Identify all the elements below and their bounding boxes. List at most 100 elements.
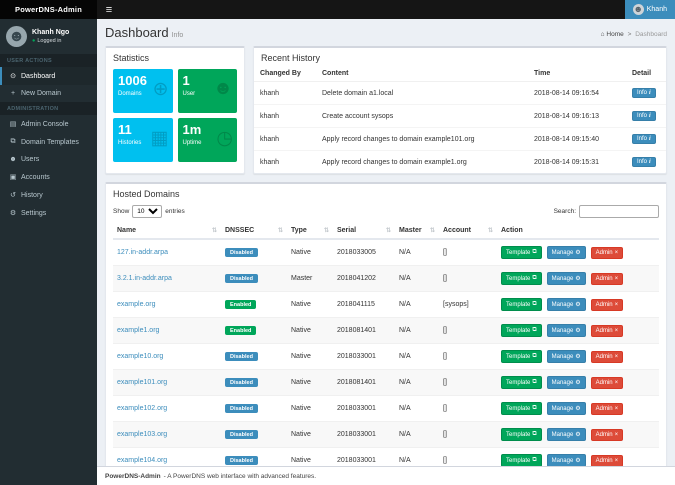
sort-icon[interactable]: ⇅ [488, 227, 493, 234]
admin-button[interactable]: Admin× [591, 429, 624, 441]
sidebar-item-accounts[interactable]: ▣ Accounts [0, 168, 97, 186]
sort-icon[interactable]: ⇅ [278, 227, 283, 234]
domain-link[interactable]: example10.org [117, 353, 163, 360]
column-header-account[interactable]: Account⇅ [439, 223, 497, 239]
sidebar-item-settings[interactable]: ⚙ Settings [0, 204, 97, 222]
column-header: Time [528, 66, 626, 82]
info-button[interactable]: Infoi [632, 134, 656, 144]
history-icon: ↺ [9, 191, 17, 199]
sidebar-section-administration: ADMINISTRATION [0, 102, 97, 115]
sidebar-item-new-domain[interactable]: + New Domain [0, 85, 97, 102]
avatar: ☻ [6, 26, 27, 47]
stat-box-histories[interactable]: 11 Histories ▦ [113, 118, 173, 162]
info-button[interactable]: Infoi [632, 111, 656, 121]
table-row: example103.org Disabled Native 201803300… [113, 422, 659, 448]
online-dot-icon: ● [32, 38, 35, 44]
info-button[interactable]: Infoi [632, 88, 656, 98]
user-menu[interactable]: ☻ Khanh [625, 0, 675, 19]
domain-link[interactable]: example103.org [117, 431, 167, 438]
gear-icon: ⚙ [575, 275, 580, 282]
admin-button[interactable]: Admin× [591, 247, 624, 259]
console-icon: ▤ [9, 120, 17, 128]
template-button[interactable]: Template⧉ [501, 402, 542, 415]
stat-box-uptime[interactable]: 1m Uptime ◷ [178, 118, 238, 162]
info-button[interactable]: Infoi [632, 157, 656, 167]
dashboard-icon: ⊙ [9, 72, 17, 80]
manage-button[interactable]: Manage⚙ [547, 298, 586, 311]
domain-link[interactable]: 3.2.1.in-addr.arpa [117, 275, 172, 282]
template-button[interactable]: Template⧉ [501, 298, 542, 311]
manage-button[interactable]: Manage⚙ [547, 454, 586, 466]
manage-button[interactable]: Manage⚙ [547, 246, 586, 259]
column-header-serial[interactable]: Serial⇅ [333, 223, 395, 239]
sort-icon[interactable]: ⇅ [212, 227, 217, 234]
sidebar-item-history[interactable]: ↺ History [0, 186, 97, 204]
manage-button[interactable]: Manage⚙ [547, 272, 586, 285]
master-cell: N/A [395, 292, 439, 318]
domain-link[interactable]: 127.in-addr.arpa [117, 249, 168, 256]
admin-button[interactable]: Admin× [591, 403, 624, 415]
sort-icon[interactable]: ⇅ [430, 227, 435, 234]
cross-icon: × [615, 302, 619, 308]
domain-link[interactable]: example104.org [117, 457, 167, 464]
domain-link[interactable]: example1.org [117, 327, 159, 334]
table-row: example102.org Disabled Native 201803300… [113, 396, 659, 422]
clone-icon: ⧉ [532, 457, 536, 464]
column-header-master[interactable]: Master⇅ [395, 223, 439, 239]
clone-icon: ⧉ [532, 327, 536, 334]
clone-icon: ⧉ [532, 301, 536, 308]
column-header-dnssec[interactable]: DNSSEC⇅ [221, 223, 287, 239]
admin-button[interactable]: Admin× [591, 351, 624, 363]
manage-button[interactable]: Manage⚙ [547, 324, 586, 337]
domain-link[interactable]: example102.org [117, 405, 167, 412]
admin-button[interactable]: Admin× [591, 455, 624, 467]
domain-link[interactable]: example.org [117, 301, 156, 308]
content-area: DashboardInfo ⌂ Home > Dashboard Statist… [97, 19, 675, 466]
template-button[interactable]: Template⧉ [501, 350, 542, 363]
clone-icon: ⧉ [532, 353, 536, 360]
sidebar-toggle-icon[interactable]: ≡ [97, 0, 121, 19]
sort-icon[interactable]: ⇅ [386, 227, 391, 234]
sidebar-item-domain-templates[interactable]: ⧉ Domain Templates [0, 133, 97, 151]
gear-icon: ⚙ [575, 379, 580, 386]
sidebar-item-admin-console[interactable]: ▤ Admin Console [0, 115, 97, 133]
admin-button[interactable]: Admin× [591, 325, 624, 337]
admin-button[interactable]: Admin× [591, 273, 624, 285]
admin-button[interactable]: Admin× [591, 299, 624, 311]
manage-button[interactable]: Manage⚙ [547, 428, 586, 441]
info-icon: i [649, 159, 651, 165]
domain-link[interactable]: example101.org [117, 379, 167, 386]
admin-button[interactable]: Admin× [591, 377, 624, 389]
stat-box-domains[interactable]: 1006 Domains ⊕ [113, 69, 173, 113]
column-header-type[interactable]: Type⇅ [287, 223, 333, 239]
page-size-select[interactable]: 10 [132, 205, 162, 218]
serial-cell: 2018033001 [333, 344, 395, 370]
sidebar-item-dashboard[interactable]: ⊙ Dashboard [0, 67, 97, 85]
manage-button[interactable]: Manage⚙ [547, 350, 586, 363]
serial-cell: 2018081401 [333, 318, 395, 344]
clone-icon: ⧉ [532, 379, 536, 386]
table-row: example104.org Disabled Native 201803300… [113, 448, 659, 467]
search-input[interactable] [579, 205, 659, 218]
type-cell: Native [287, 344, 333, 370]
table-header-row: Changed By Content Time Detail [254, 66, 666, 82]
template-button[interactable]: Template⧉ [501, 454, 542, 466]
manage-button[interactable]: Manage⚙ [547, 402, 586, 415]
brand-logo[interactable]: PowerDNS-Admin [0, 0, 97, 19]
column-header-name[interactable]: Name⇅ [113, 223, 221, 239]
clock-icon: ◷ [216, 127, 233, 150]
template-button[interactable]: Template⧉ [501, 428, 542, 441]
type-cell: Native [287, 396, 333, 422]
template-button[interactable]: Template⧉ [501, 324, 542, 337]
table-row: 127.in-addr.arpa Disabled Native 2018033… [113, 239, 659, 266]
sidebar-item-users[interactable]: ☻ Users [0, 151, 97, 168]
template-button[interactable]: Template⧉ [501, 246, 542, 259]
breadcrumb-home[interactable]: Home [606, 31, 623, 38]
template-button[interactable]: Template⧉ [501, 376, 542, 389]
template-button[interactable]: Template⧉ [501, 272, 542, 285]
column-header-action: Action [497, 223, 659, 239]
manage-button[interactable]: Manage⚙ [547, 376, 586, 389]
sort-icon[interactable]: ⇅ [324, 227, 329, 234]
type-cell: Native [287, 239, 333, 266]
stat-box-user[interactable]: 1 User ☻ [178, 69, 238, 113]
